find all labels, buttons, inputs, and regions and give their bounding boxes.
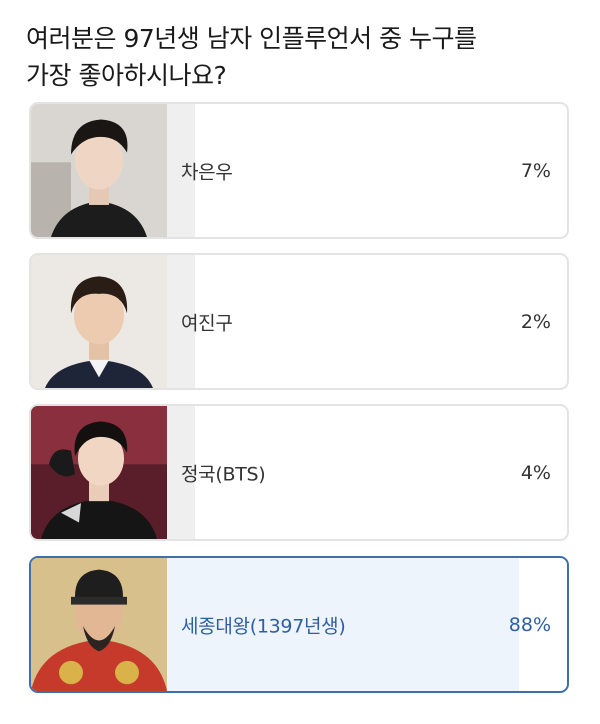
poll-option-2[interactable]: 여진구 2%: [29, 253, 569, 390]
avatar-photo-4: [31, 558, 167, 691]
avatar-photo-3: [31, 406, 167, 539]
option-percent-1: 7%: [520, 159, 551, 182]
poll-option-4[interactable]: 세종대왕(1397년생) 88%: [29, 556, 569, 693]
poll-question-line2: 가장 좋아하시나요?: [26, 61, 227, 90]
option-percent-4: 88%: [508, 613, 551, 636]
poll-option-3[interactable]: 정국(BTS) 4%: [29, 404, 569, 541]
option-label-2: 여진구: [181, 312, 233, 334]
avatar-photo-1: [31, 104, 167, 237]
option-percent-2: 2%: [520, 310, 551, 333]
poll-question-line1: 여러분은 97년생 남자 인플루언서 중 누구를: [26, 24, 477, 53]
option-percent-3: 4%: [520, 461, 551, 484]
option-label-1: 차은우: [181, 161, 233, 183]
avatar-photo-2: [31, 255, 167, 388]
option-label-4: 세종대왕(1397년생): [181, 615, 346, 637]
poll-question: 여러분은 97년생 남자 인플루언서 중 누구를 가장 좋아하시나요?: [26, 20, 586, 94]
poll-option-1[interactable]: 차은우 7%: [29, 102, 569, 239]
option-label-3: 정국(BTS): [181, 463, 266, 485]
